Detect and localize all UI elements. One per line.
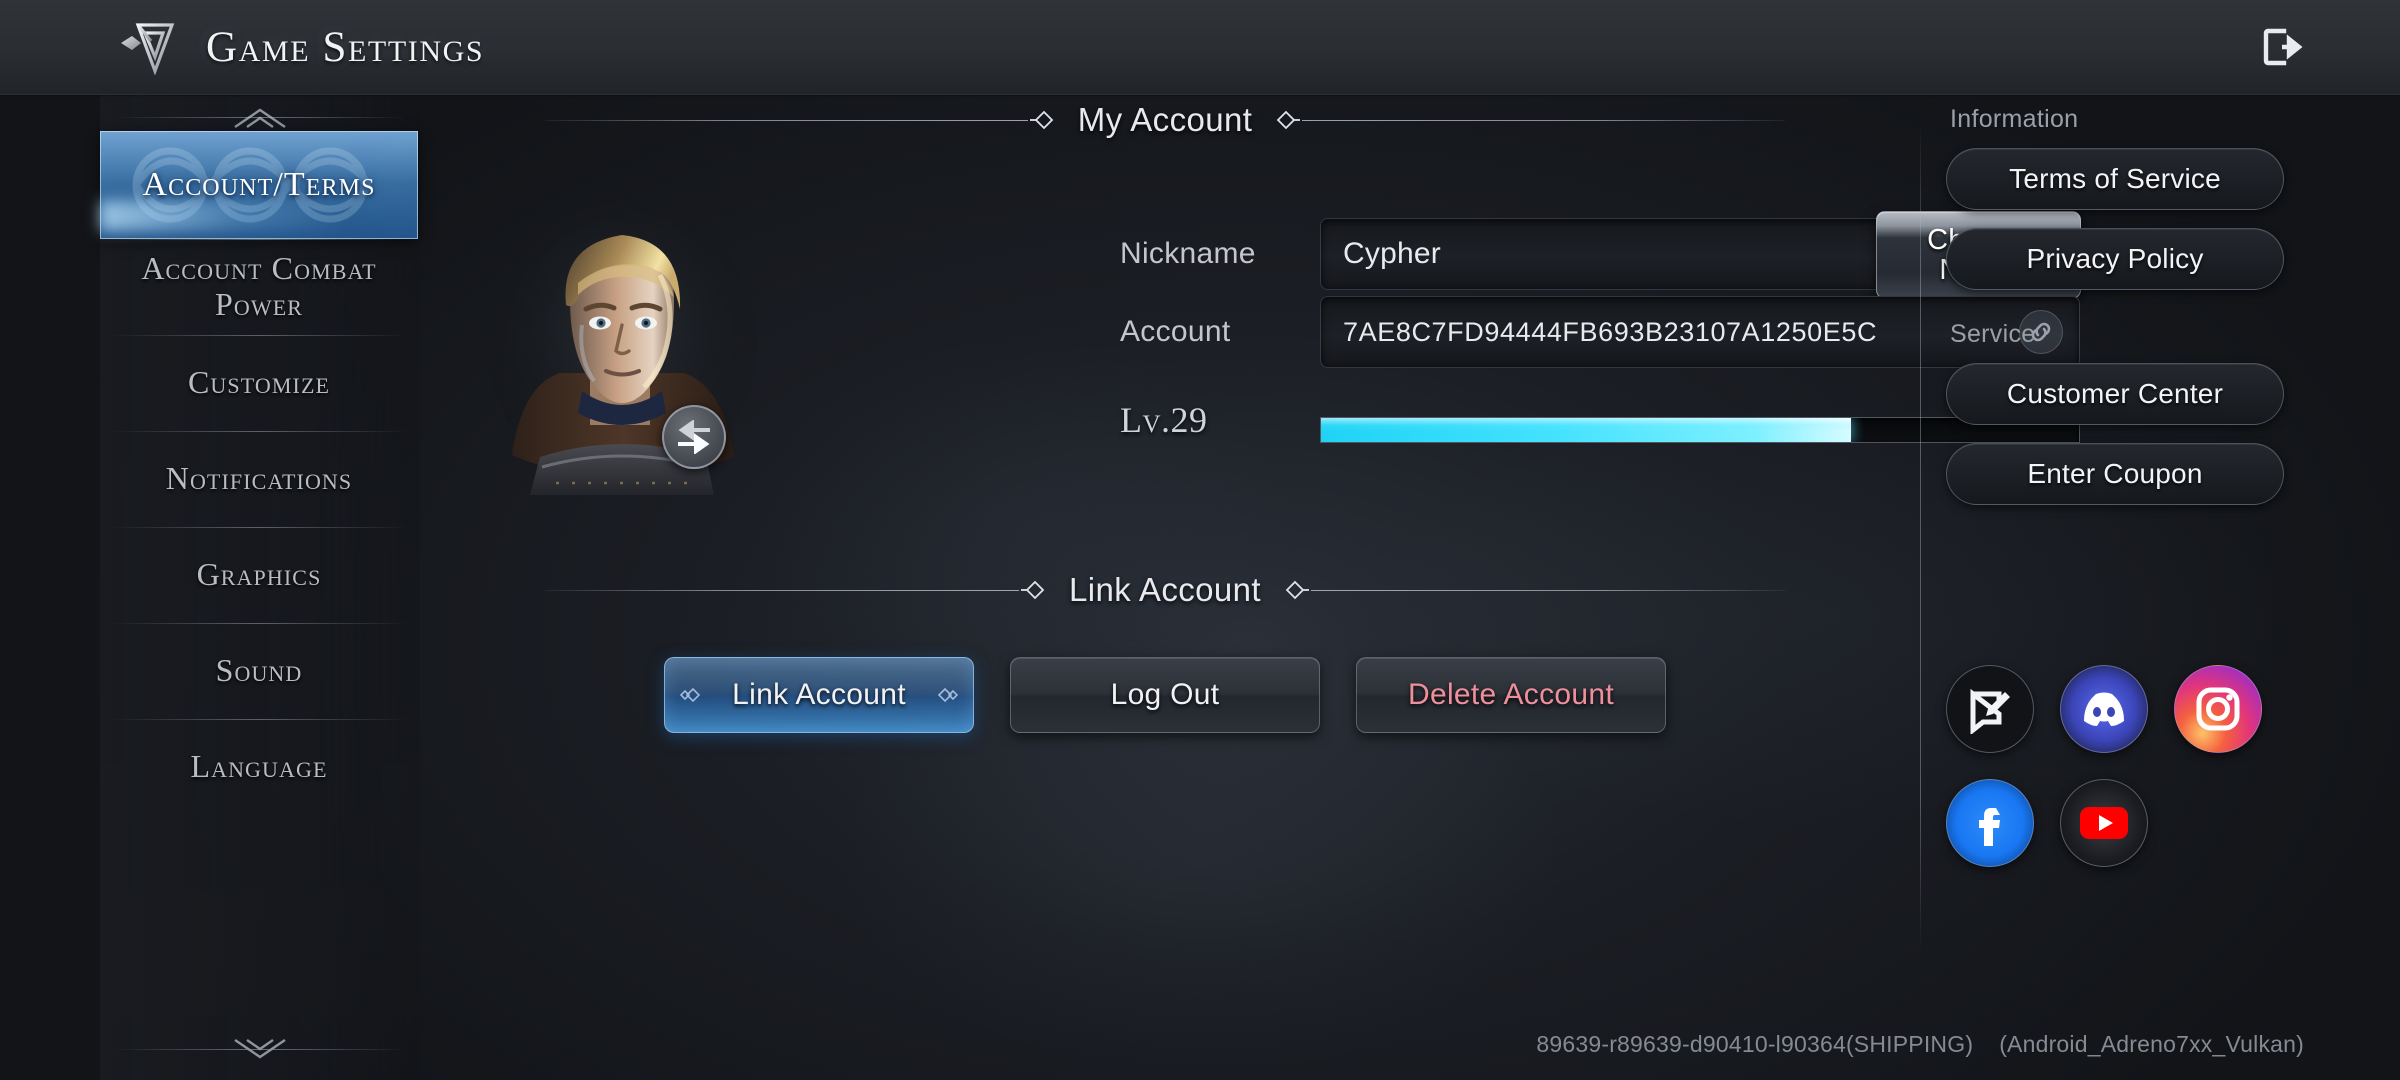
- swap-arrows-icon: [678, 420, 710, 454]
- terms-of-service-label: Terms of Service: [2009, 163, 2221, 194]
- section-title: My Account: [1077, 101, 1253, 138]
- section-rule-left: [545, 119, 1028, 121]
- right-panel: Information Terms of Service Privacy Pol…: [1910, 95, 2400, 1080]
- platform-info: (Android_Adreno7xx_Vulkan): [1999, 1031, 2304, 1057]
- link-account-section: Link Account Link Account Log Out Delete…: [420, 565, 1910, 733]
- right-panel-divider: [1920, 121, 1921, 951]
- log-out-button-label: Log Out: [1110, 678, 1220, 711]
- enter-coupon-button[interactable]: Enter Coupon: [1946, 443, 2284, 505]
- sidebar-item-graphics[interactable]: Graphics: [100, 527, 418, 623]
- sidebar-item-label: Sound: [215, 652, 303, 689]
- sidebar-item-language[interactable]: Language: [100, 719, 418, 815]
- avatar[interactable]: [482, 205, 762, 505]
- youtube-icon: [2080, 807, 2128, 839]
- sidebar-item-label: Notifications: [165, 460, 353, 497]
- build-version: 89639-r89639-d90410-l90364(SHIPPING): [1536, 1031, 1974, 1057]
- facebook-icon: [1979, 808, 2000, 846]
- enter-coupon-label: Enter Coupon: [2027, 458, 2203, 489]
- diamond-ornament-right-icon: [1285, 580, 1309, 600]
- customer-center-label: Customer Center: [2006, 378, 2224, 409]
- sidebar-nav: Account/Terms Account Combat Power Custo…: [100, 131, 420, 815]
- nickname-value: Cypher: [1343, 237, 1441, 270]
- character-portrait: [487, 205, 757, 495]
- sidebar: Account/Terms Account Combat Power Custo…: [100, 95, 420, 1080]
- xp-progress-fill: [1321, 418, 1852, 442]
- section-rule-left: [545, 589, 1020, 591]
- sidebar-item-account-terms[interactable]: Account/Terms: [100, 131, 418, 239]
- sidebar-rule-top: [114, 117, 406, 118]
- diamond-decor-left-icon: [679, 687, 701, 703]
- sidebar-item-account-combat-power[interactable]: Account Combat Power: [100, 239, 418, 335]
- active-highlight-streak: [100, 201, 349, 231]
- brand: Game Settings: [118, 19, 484, 75]
- sidebar-item-label: Language: [190, 748, 328, 785]
- facebook-button[interactable]: [1946, 779, 2034, 867]
- social-links: [1946, 665, 2366, 867]
- sidebar-item-label: Graphics: [196, 556, 322, 593]
- link-account-button[interactable]: Link Account: [664, 657, 974, 733]
- diamond-ornament-left-icon: [1021, 580, 1045, 600]
- section-rule-right: [1302, 119, 1786, 121]
- diamond-ornament-left-icon: [1029, 110, 1053, 130]
- account-block: Nickname Cypher Change Name Account: [420, 205, 2081, 515]
- customer-center-button[interactable]: Customer Center: [1946, 363, 2284, 425]
- exit-door-arrow-icon: [2263, 28, 2303, 66]
- diamond-ornament-right-icon: [1277, 110, 1301, 130]
- instagram-button[interactable]: [2174, 665, 2262, 753]
- main-content: My Account Nickname Cypher Account 7AE8C…: [420, 95, 2081, 1080]
- youtube-button[interactable]: [2060, 779, 2148, 867]
- top-bar: Game Settings: [0, 0, 2400, 97]
- game-settings-screen: Game Settings Account/Terms Account Comb…: [0, 0, 2400, 1080]
- delete-account-button[interactable]: Delete Account: [1356, 657, 1666, 733]
- section-title: Link Account: [1069, 571, 1261, 608]
- service-group: Service Customer Center Enter Coupon: [1946, 320, 2346, 523]
- version-info: 89639-r89639-d90410-l90364(SHIPPING) (An…: [1536, 1031, 2304, 1058]
- feedback-icon: [1970, 688, 2010, 734]
- section-rule-right: [1310, 589, 1785, 591]
- sidebar-ornament-bottom-icon: [234, 1039, 286, 1059]
- link-account-section-header: Link Account: [545, 565, 1785, 615]
- sidebar-item-label: Account Combat Power: [141, 250, 377, 322]
- information-group: Information Terms of Service Privacy Pol…: [1946, 105, 2346, 308]
- service-title: Service: [1950, 320, 2036, 348]
- link-account-button-label: Link Account: [732, 678, 906, 711]
- sidebar-item-label: Account/Terms: [142, 165, 376, 203]
- account-label: Account: [1120, 315, 1231, 348]
- sidebar-item-sound[interactable]: Sound: [100, 623, 418, 719]
- my-account-section-header: My Account: [545, 95, 1786, 145]
- level-label: Lv.29: [1120, 400, 1208, 440]
- privacy-policy-label: Privacy Policy: [2026, 243, 2204, 274]
- delete-account-button-label: Delete Account: [1408, 678, 1614, 711]
- discord-button[interactable]: [2060, 665, 2148, 753]
- link-account-buttons: Link Account Log Out Delete Account: [420, 657, 1910, 733]
- terms-of-service-button[interactable]: Terms of Service: [1946, 148, 2284, 210]
- emblem-logo-icon: [121, 23, 175, 75]
- feedback-button[interactable]: [1946, 665, 2034, 753]
- sidebar-item-notifications[interactable]: Notifications: [100, 431, 418, 527]
- information-title: Information: [1950, 105, 2079, 133]
- log-out-button[interactable]: Log Out: [1010, 657, 1320, 733]
- sidebar-item-customize[interactable]: Customize: [100, 335, 418, 431]
- diamond-decor-right-icon: [937, 687, 959, 703]
- discord-icon: [2084, 692, 2124, 726]
- sidebar-ornament-top-icon: [234, 108, 286, 128]
- page-title: Game Settings: [206, 23, 485, 71]
- privacy-policy-button[interactable]: Privacy Policy: [1946, 228, 2284, 290]
- account-id-value: 7AE8C7FD94444FB693B23107A1250E5C: [1343, 316, 1878, 347]
- instagram-icon: [2196, 687, 2240, 731]
- exit-button[interactable]: [2252, 17, 2312, 77]
- switch-character-button[interactable]: [662, 405, 726, 469]
- sidebar-item-label: Customize: [187, 364, 331, 401]
- nickname-label: Nickname: [1120, 237, 1256, 270]
